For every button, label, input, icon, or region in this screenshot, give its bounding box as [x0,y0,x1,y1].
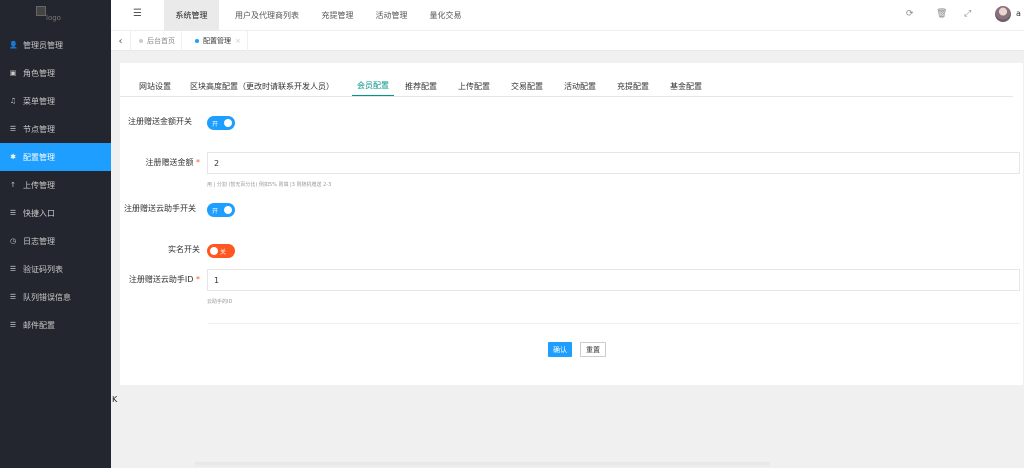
tabs-divider [120,96,1013,97]
logo[interactable]: logo [0,0,111,31]
reset-button[interactable]: 重置 [580,342,606,357]
menu-toggle-icon[interactable]: ☰ [133,8,142,19]
reg-assistant-switch-label: 注册赠送云助手开关 [124,204,196,213]
clock-icon: ◷ [9,237,17,245]
sidebar-item-logs[interactable]: ◷ 日志管理 [0,227,111,255]
reg-assistant-id-label-text: 注册赠送云助手ID [128,275,194,284]
tab-upload-config[interactable]: 上传配置 [458,75,490,97]
form-divider [208,323,1020,324]
list-icon: ☰ [9,125,17,133]
reg-assistant-id-input[interactable]: 1 [207,269,1020,291]
list-icon: ☰ [9,293,17,301]
realname-toggle[interactable]: 关 [207,244,235,258]
required-mark: * [196,275,200,284]
list-icon: ☰ [9,209,17,217]
user-icon: 👤 [9,41,18,49]
reg-assistant-toggle[interactable]: 开 [207,203,235,217]
refresh-icon[interactable]: ⟳ [906,9,914,19]
topnav-system[interactable]: 系统管理 [164,0,219,31]
reg-bonus-amount-label-text: 注册赠送金额 [145,158,194,167]
topnav-quant-trading[interactable]: 量化交易 [423,0,468,31]
tab-deposit-config[interactable]: 充提配置 [617,75,649,97]
bell-icon: ♫ [9,97,17,105]
confirm-button[interactable]: 确认 [548,342,572,357]
username[interactable]: a [1016,9,1021,18]
tab-activity-config[interactable]: 活动配置 [564,75,596,97]
sidebar: logo 👤 管理员管理 ▣ 角色管理 ♫ 菜单管理 ☰ 节点管理 ✱ 配置管理… [0,0,111,468]
tab-dot-icon [139,39,143,43]
switch-text: 开 [212,207,219,215]
sidebar-item-menus[interactable]: ♫ 菜单管理 [0,87,111,115]
sidebar-item-nodes[interactable]: ☰ 节点管理 [0,115,111,143]
switch-knob [224,119,232,127]
bottom-shadow [195,462,770,468]
sidebar-item-label: 队列错误信息 [23,292,71,302]
reg-assistant-id-label: 注册赠送云助手ID * [120,274,200,286]
config-card: 网站设置 区块高度配置（更改时请联系开发人员） 会员配置 推荐配置 上传配置 交… [120,63,1023,385]
topnav-deposit-withdraw[interactable]: 充提管理 [315,0,360,31]
avatar[interactable] [995,6,1011,22]
tab-config[interactable]: 配置管理 × [189,31,248,51]
upload-arrow-icon: ↑ [10,181,16,189]
list-icon: ☰ [9,321,17,329]
sidebar-item-label: 快捷入口 [23,208,55,218]
sidebar-item-label: 邮件配置 [23,320,55,330]
reg-bonus-amount-hint: 用 | 分割 (暂无百分比) 例如5% 则填 |3 则随机赠送 2-3 [207,182,332,188]
switch-knob [210,247,218,255]
sidebar-item-label: 日志管理 [23,236,55,246]
sidebar-item-mail[interactable]: ☰ 邮件配置 [0,311,111,339]
config-tabs: 网站设置 区块高度配置（更改时请联系开发人员） 会员配置 推荐配置 上传配置 交… [130,75,1023,97]
fullscreen-icon[interactable]: ⤢ [964,9,971,19]
list-icon: ☰ [9,265,17,273]
required-mark: * [196,158,200,167]
sidebar-item-captcha[interactable]: ☰ 验证码列表 [0,255,111,283]
sidebar-item-queue-errors[interactable]: ☰ 队列错误信息 [0,283,111,311]
topnav-activities[interactable]: 活动管理 [369,0,414,31]
stray-text: K [112,395,118,404]
id-card-icon: ▣ [9,69,17,77]
app-root: logo 👤 管理员管理 ▣ 角色管理 ♫ 菜单管理 ☰ 节点管理 ✱ 配置管理… [0,0,1024,468]
reg-assistant-id-hint: 云助手的ID [207,299,233,305]
switch-knob [224,206,232,214]
tab-member-config[interactable]: 会员配置 [352,75,394,97]
sidebar-item-admin[interactable]: 👤 管理员管理 [0,31,111,59]
sidebar-item-shortcuts[interactable]: ☰ 快捷入口 [0,199,111,227]
tab-site-settings[interactable]: 网站设置 [139,75,171,97]
sidebar-item-upload[interactable]: ↑ 上传管理 [0,171,111,199]
reg-bonus-amount-label: 注册赠送金额 * [120,157,200,169]
tab-block-height[interactable]: 区块高度配置（更改时请联系开发人员） [190,75,334,97]
tab-label: 后台首页 [147,37,175,45]
close-icon[interactable]: × [235,37,241,45]
sidebar-item-label: 管理员管理 [23,40,63,50]
tab-trade-config[interactable]: 交易配置 [511,75,543,97]
broken-image-icon [36,6,46,16]
reg-bonus-switch-label: 注册赠送金额开关 [128,117,192,126]
sidebar-item-roles[interactable]: ▣ 角色管理 [0,59,111,87]
topnav-users-agents[interactable]: 用户及代理商列表 [227,0,307,31]
reg-bonus-amount-input[interactable]: 2 [207,152,1020,174]
sidebar-item-config[interactable]: ✱ 配置管理 [0,143,111,171]
sidebar-item-label: 配置管理 [23,152,55,162]
top-header: ☰ 系统管理 用户及代理商列表 充提管理 活动管理 量化交易 ⟳ 🗑 ⤢ a [111,0,1024,31]
sidebar-item-label: 节点管理 [23,124,55,134]
page-tabs: ‹ 后台首页 配置管理 × [111,31,1024,51]
switch-text: 开 [212,120,219,128]
realname-switch-label: 实名开关 [168,245,200,254]
gear-icon: ✱ [10,153,16,161]
chevron-left-icon[interactable]: ‹ [111,31,131,51]
tab-fund-config[interactable]: 基金配置 [670,75,702,97]
switch-text: 关 [220,248,227,256]
tab-label: 配置管理 [203,37,231,45]
sidebar-item-label: 上传管理 [23,180,55,190]
reg-bonus-toggle[interactable]: 开 [207,116,235,130]
tab-home[interactable]: 后台首页 [133,31,182,51]
tab-dot-icon [195,39,199,43]
sidebar-item-label: 角色管理 [23,68,55,78]
trash-icon[interactable]: 🗑 [936,9,947,19]
logo-alt-text: logo [46,14,61,22]
sidebar-item-label: 菜单管理 [23,96,55,106]
tab-referral-config[interactable]: 推荐配置 [405,75,437,97]
sidebar-item-label: 验证码列表 [23,264,63,274]
